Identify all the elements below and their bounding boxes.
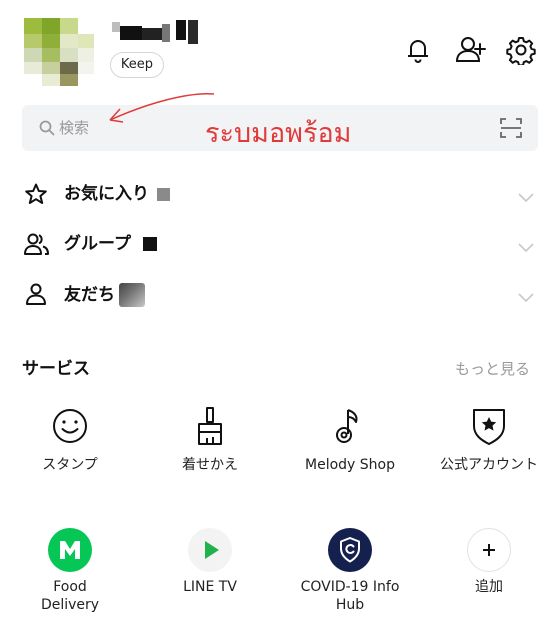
service-sticker[interactable]: スタンプ [0, 404, 140, 474]
shield-star-icon [467, 404, 511, 448]
line-man-icon [48, 528, 92, 572]
service-label: 着せかえ [182, 457, 238, 473]
music-note-icon [328, 404, 372, 448]
service-label: Melody Shop [305, 457, 395, 473]
service-line-tv[interactable]: LINE TV [140, 528, 280, 598]
paintbrush-icon [188, 404, 232, 448]
service-themes[interactable]: 着せかえ [140, 404, 280, 474]
star-icon [24, 182, 48, 210]
services-title: サービス [22, 359, 90, 379]
add-friend-icon[interactable] [455, 34, 486, 64]
service-food-delivery[interactable]: Food Delivery [0, 528, 140, 618]
profile-avatar[interactable] [24, 18, 94, 86]
service-add[interactable]: 追加 [419, 528, 559, 598]
service-label: 公式アカウント [440, 457, 538, 473]
gear-icon[interactable] [506, 35, 536, 67]
service-label: Food Delivery [40, 579, 100, 613]
service-label: COVID-19 Info Hub [300, 579, 400, 613]
play-icon [188, 528, 232, 572]
count-redacted [157, 187, 170, 201]
groups-label: グループ [64, 234, 131, 254]
covid-shield-icon [328, 528, 372, 572]
list-row-favorites[interactable]: お気に入り [0, 170, 559, 220]
list-row-groups[interactable]: グループ [0, 220, 559, 270]
plus-icon [467, 528, 511, 572]
person-icon [24, 282, 48, 310]
service-label: スタンプ [42, 457, 98, 473]
group-icon [24, 232, 50, 260]
profile-name-redacted [112, 20, 200, 46]
service-covid-info-hub[interactable]: COVID-19 Info Hub [280, 528, 420, 618]
favorites-label: お気に入り [64, 184, 149, 204]
qr-scan-icon[interactable] [500, 118, 522, 142]
count-redacted [142, 237, 157, 251]
bell-icon[interactable] [403, 35, 433, 65]
see-more-link[interactable]: もっと見る [455, 359, 530, 379]
service-label: 追加 [475, 579, 503, 595]
service-official-accounts[interactable]: 公式アカウント [419, 404, 559, 494]
chevron-down-icon[interactable] [518, 238, 534, 257]
smiley-icon [48, 404, 92, 448]
search-placeholder: 検索 [59, 119, 90, 137]
count-redacted [119, 283, 145, 307]
service-melody-shop[interactable]: Melody Shop [280, 404, 420, 474]
chevron-down-icon[interactable] [518, 288, 534, 307]
chevron-down-icon[interactable] [518, 188, 534, 207]
search-icon [39, 120, 55, 140]
search-bar[interactable]: 検索 [22, 105, 538, 151]
keep-button[interactable]: Keep [110, 52, 164, 78]
list-row-friends[interactable]: 友だち [0, 270, 559, 320]
friends-label: 友だち [64, 285, 115, 305]
service-label: LINE TV [183, 579, 237, 595]
